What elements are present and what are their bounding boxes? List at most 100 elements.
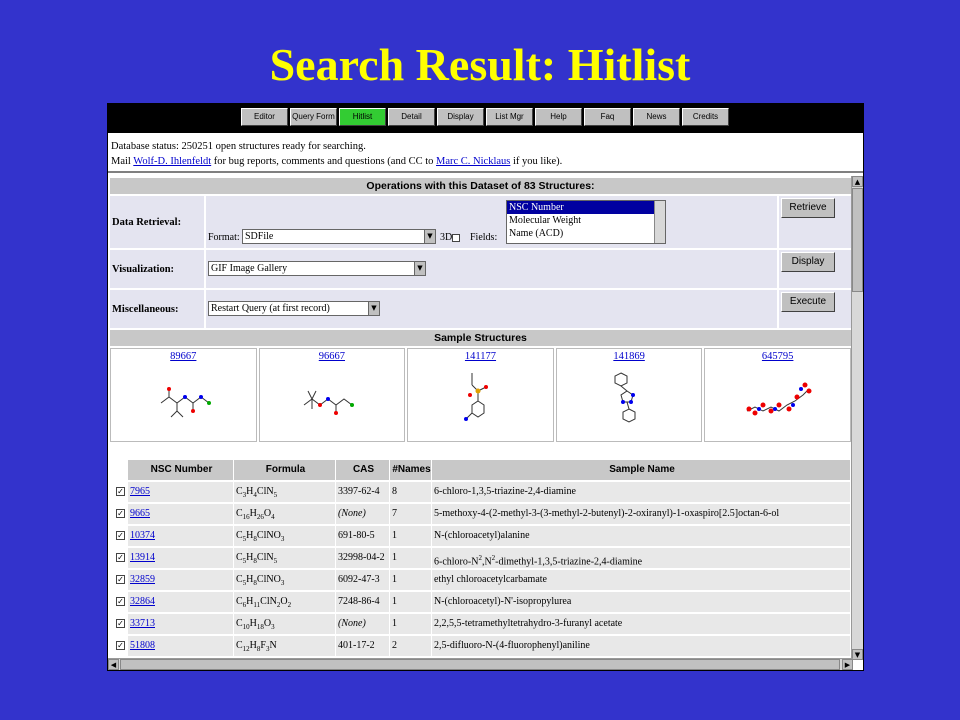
nav-detail-button[interactable]: Detail: [388, 108, 435, 126]
operations-panel: Operations with this Dataset of 83 Struc…: [110, 178, 851, 328]
formula-cell: C6H11ClN2O2: [234, 592, 336, 612]
nsc-link[interactable]: 32864: [130, 596, 155, 607]
cas-cell: 401-17-2: [336, 636, 390, 656]
nav-faq-button[interactable]: Faq: [584, 108, 631, 126]
nav-help-button[interactable]: Help: [535, 108, 582, 126]
row-checkbox[interactable]: ✓: [116, 575, 125, 585]
display-button[interactable]: Display: [781, 252, 835, 272]
column-header[interactable]: #Names: [390, 460, 432, 480]
column-header[interactable]: NSC Number: [128, 460, 234, 480]
nav-hitlist-button[interactable]: Hitlist: [339, 108, 386, 126]
row-checkbox[interactable]: ✓: [116, 487, 125, 497]
sample-name-cell: 2,2,5,5-tetramethyltetrahydro-3-furanyl …: [432, 614, 851, 634]
browser-window: Editor Query Form Hitlist Detail Display List…: [107, 103, 864, 671]
sample-name-cell: 5-methoxy-4-(2-methyl-3-(3-methyl-2-bute…: [432, 504, 851, 524]
scroll-right-icon[interactable]: ▶: [842, 659, 853, 670]
cas-cell: (None): [336, 614, 390, 634]
sample-link[interactable]: 141869: [613, 351, 645, 362]
data-retrieval-row: Data Retrieval: Format: SDFile ▼ 3D Fiel…: [110, 196, 851, 248]
sample-cell: 96667: [258, 348, 406, 442]
names-count-cell: 1: [390, 592, 432, 612]
scroll-left-icon[interactable]: ◀: [108, 659, 119, 670]
molecule-image: [746, 382, 812, 416]
nsc-link[interactable]: 32859: [130, 574, 155, 585]
sample-cell: 141869: [555, 348, 703, 442]
formula-cell: C5H8ClNO3: [234, 570, 336, 590]
row-checkbox[interactable]: ✓: [116, 641, 125, 651]
format-select[interactable]: SDFile ▼: [242, 229, 436, 244]
column-header[interactable]: CAS: [336, 460, 390, 480]
row-checkbox[interactable]: ✓: [116, 531, 125, 541]
scroll-up-icon[interactable]: ▲: [852, 176, 863, 187]
cas-cell: 691-80-5: [336, 526, 390, 546]
listbox-scrollbar[interactable]: [654, 201, 665, 243]
row-checkbox[interactable]: ✓: [116, 509, 125, 519]
vertical-scrollbar[interactable]: ▲ ▼: [851, 176, 863, 660]
scroll-thumb[interactable]: [120, 659, 840, 670]
retrieve-button[interactable]: Retrieve: [781, 198, 835, 218]
visualization-row: Visualization: GIF Image Gallery ▼ Displ…: [110, 250, 851, 288]
formula-cell: C3H4ClN5: [234, 482, 336, 502]
row-checkbox[interactable]: ✓: [116, 553, 125, 563]
nav-credits-button[interactable]: Credits: [682, 108, 729, 126]
format-label: Format:: [208, 232, 240, 243]
nav-editor-button[interactable]: Editor: [241, 108, 288, 126]
nsc-link[interactable]: 10374: [130, 530, 155, 541]
nsc-link[interactable]: 7965: [130, 486, 150, 497]
column-header[interactable]: Sample Name: [432, 460, 851, 480]
sample-link[interactable]: 96667: [319, 351, 345, 362]
table-row: ✓ 13914 C5H8ClN5 32998-04-2 1 6-chloro-N2,N2-…: [110, 548, 851, 568]
sample-link[interactable]: 89667: [170, 351, 196, 362]
nav-list-mgr-button[interactable]: List Mgr: [486, 108, 533, 126]
visualization-select[interactable]: GIF Image Gallery ▼: [208, 261, 426, 276]
visualization-label: Visualization:: [110, 250, 204, 288]
sample-link[interactable]: 141177: [465, 351, 496, 362]
table-row: ✓ 10374 C5H8ClNO3 691-80-5 1 N-(chloroacetyl)…: [110, 526, 851, 546]
row-checkbox[interactable]: ✓: [116, 597, 125, 607]
operations-header: Operations with this Dataset of 83 Struc…: [110, 178, 851, 194]
nsc-link[interactable]: 33713: [130, 618, 155, 629]
content-frame: Operations with this Dataset of 83 Struc…: [108, 176, 853, 660]
table-row: ✓ 32864 C6H11ClN2O2 7248-86-4 1 N-(chloroacet…: [110, 592, 851, 612]
threed-checkbox[interactable]: [452, 233, 461, 242]
contact-link-nicklaus[interactable]: Marc C. Nicklaus: [436, 156, 510, 167]
row-checkbox[interactable]: ✓: [116, 619, 125, 629]
molecule-image: [160, 387, 211, 418]
sample-name-cell: N-(chloroacetyl)-N'-isopropylurea: [432, 592, 851, 612]
nav-bar: Editor Query Form Hitlist Detail Display List…: [108, 104, 863, 133]
names-count-cell: 8: [390, 482, 432, 502]
names-count-cell: 1: [390, 548, 432, 568]
scroll-thumb[interactable]: [852, 188, 863, 292]
fields-listbox[interactable]: NSC Number Molecular Weight Name (ACD): [506, 200, 666, 244]
formula-cell: C5H8ClNO3: [234, 526, 336, 546]
listbox-option[interactable]: NSC Number: [507, 201, 665, 214]
nav-news-button[interactable]: News: [633, 108, 680, 126]
listbox-option[interactable]: Name (ACD): [507, 227, 665, 240]
cas-cell: (None): [336, 504, 390, 524]
names-count-cell: 1: [390, 526, 432, 546]
miscellaneous-select[interactable]: Restart Query (at first record) ▼: [208, 301, 380, 316]
sample-link[interactable]: 645795: [762, 351, 794, 362]
nav-display-button[interactable]: Display: [437, 108, 484, 126]
nav-query-form-button[interactable]: Query Form: [290, 108, 337, 126]
execute-button[interactable]: Execute: [781, 292, 835, 312]
data-retrieval-label: Data Retrieval:: [110, 196, 204, 248]
column-header[interactable]: Formula: [234, 460, 336, 480]
status-panel: Database status: 250251 open structures …: [108, 133, 863, 173]
nsc-link[interactable]: 51808: [130, 640, 155, 651]
contact-link-ihlenfeldt[interactable]: Wolf-D. Ihlenfeldt: [133, 156, 211, 167]
mail-line: Mail Wolf-D. Ihlenfeldt for bug reports,…: [111, 156, 563, 167]
database-status: Database status: 250251 open structures …: [111, 141, 366, 152]
names-count-cell: 7: [390, 504, 432, 524]
sample-name-cell: 2,5-difluoro-N-(4-fluorophenyl)aniline: [432, 636, 851, 656]
listbox-option[interactable]: Molecular Weight: [507, 214, 665, 227]
nsc-link[interactable]: 13914: [130, 552, 155, 563]
nav-buttons: Editor Query Form Hitlist Detail Display List…: [241, 108, 729, 126]
sample-name-cell: N-(chloroacetyl)alanine: [432, 526, 851, 546]
table-row: ✓ 51808 C12H8F3N 401-17-2 2 2,5-difluoro-N-(4…: [110, 636, 851, 656]
molecule-image: [303, 390, 354, 415]
nsc-link[interactable]: 9665: [130, 508, 150, 519]
sample-cell: 89667: [110, 348, 257, 442]
horizontal-scrollbar[interactable]: ◀ ▶: [108, 658, 853, 670]
scroll-down-icon[interactable]: ▼: [852, 649, 863, 660]
